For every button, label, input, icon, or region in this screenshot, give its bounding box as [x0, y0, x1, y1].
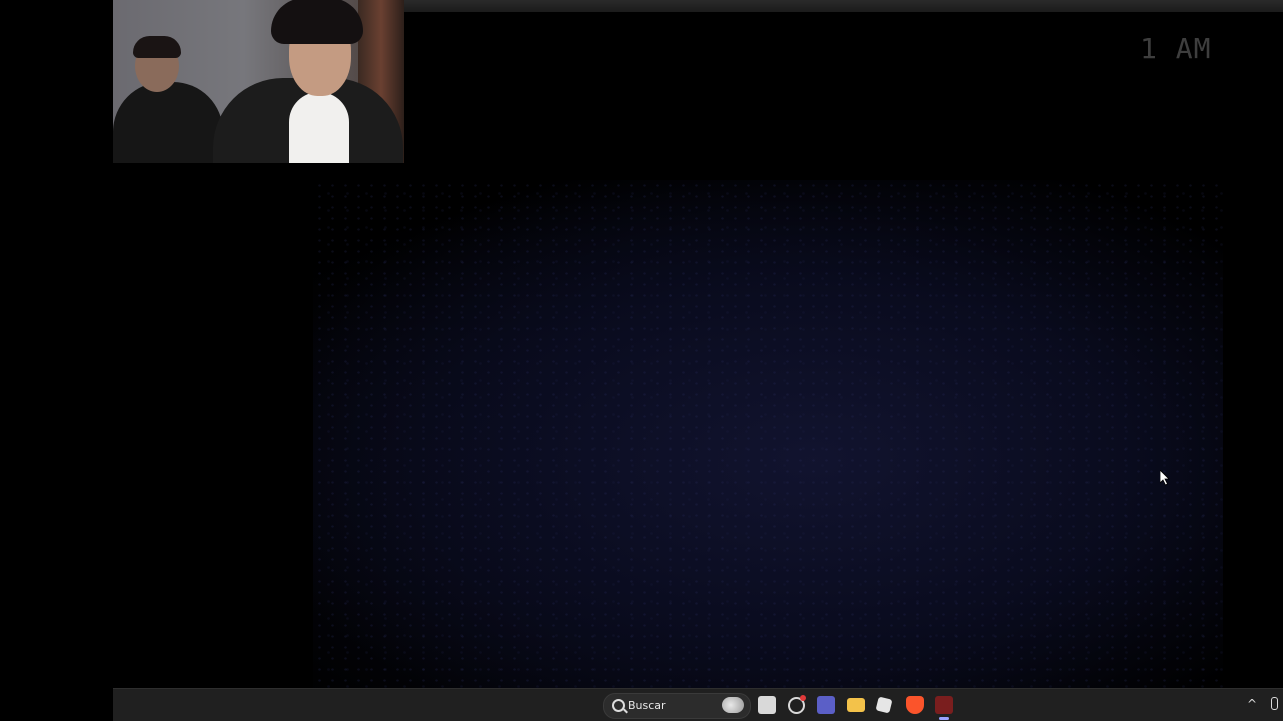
night-time-label: 1 AM: [1140, 32, 1212, 65]
scene-noise: [313, 180, 1223, 688]
teams-icon[interactable]: [817, 696, 835, 714]
microphone-icon[interactable]: [1271, 697, 1278, 710]
webcam-person-right-shirt: [289, 92, 349, 163]
task-view-icon[interactable]: [758, 696, 776, 714]
brave-icon[interactable]: [906, 696, 924, 714]
webcam-person-left-hair: [133, 36, 181, 58]
search-icon: [612, 699, 625, 712]
window-top-strip: [403, 0, 1283, 12]
mouse-cursor-icon: [1160, 470, 1170, 486]
file-explorer-icon[interactable]: [847, 698, 865, 712]
start-icon[interactable]: [576, 696, 594, 714]
roblox-icon[interactable]: [875, 696, 893, 714]
notification-badge: [800, 695, 806, 701]
webcam-person-left-body: [113, 82, 223, 163]
search-placeholder: Buscar: [628, 699, 666, 712]
taskbar-search-box[interactable]: Buscar: [603, 693, 751, 719]
taskbar: Buscar ^: [113, 688, 1283, 721]
left-border: [0, 0, 113, 720]
search-highlight-icon: [722, 697, 744, 713]
webcam-person-right-hair: [271, 0, 363, 44]
chevron-up-icon[interactable]: ^: [1247, 697, 1257, 711]
game-icon[interactable]: [935, 696, 953, 714]
webcam-overlay: [113, 0, 404, 163]
